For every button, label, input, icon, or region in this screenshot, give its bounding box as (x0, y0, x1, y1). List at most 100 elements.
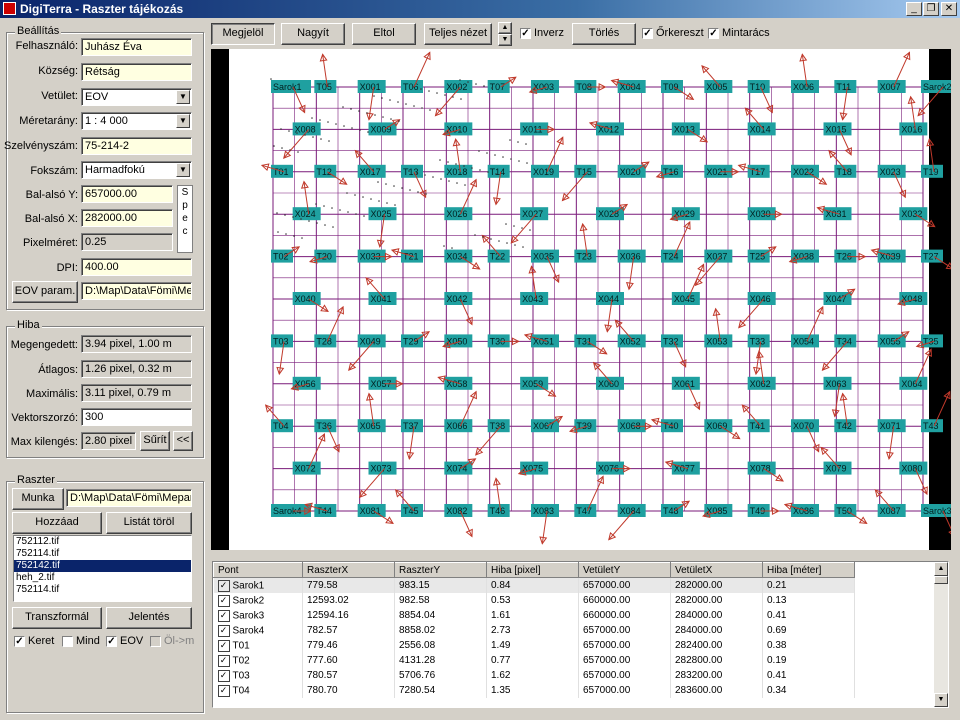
control-point-marker[interactable]: T49 (747, 504, 780, 517)
control-point-marker[interactable]: X015 (823, 122, 852, 156)
minimize-button[interactable]: _ (906, 2, 922, 16)
control-point-marker[interactable]: X051 (523, 332, 559, 348)
column-header[interactable]: VetületY (578, 562, 671, 578)
control-point-marker[interactable]: T11 (834, 80, 857, 121)
control-point-marker[interactable]: T14 (487, 164, 510, 206)
eov-checkbox[interactable]: ✓ EOV (106, 635, 143, 649)
control-point-marker[interactable]: T26 (834, 249, 867, 263)
control-point-marker[interactable]: X005 (701, 65, 733, 93)
control-point-marker[interactable]: X029 (669, 207, 700, 222)
control-point-marker[interactable]: T13 (401, 164, 427, 199)
control-point-marker[interactable]: X086 (783, 502, 819, 517)
control-point-marker[interactable]: T01 (260, 163, 293, 178)
scroll-up-icon[interactable]: ▲ (934, 562, 948, 576)
thicken-button[interactable]: Sűrít (140, 431, 170, 451)
table-row[interactable]: ✓ T04 780.70 7280.54 1.35 657000.00 283600.00 0… (213, 683, 855, 698)
control-point-marker[interactable]: T41 (741, 404, 770, 433)
control-point-marker[interactable]: X027 (510, 207, 549, 244)
frame-checkbox[interactable]: ✓ Keret (14, 635, 54, 649)
control-point-marker[interactable]: X043 (520, 265, 549, 305)
control-point-marker[interactable]: X028 (596, 203, 629, 221)
control-point-marker[interactable]: X038 (788, 249, 819, 264)
checkmark-icon[interactable]: ✓ (217, 609, 230, 622)
control-point-marker[interactable]: X059 (520, 376, 557, 397)
control-point-marker[interactable]: X066 (444, 390, 477, 433)
control-point-marker[interactable]: T08 (574, 80, 607, 93)
column-header[interactable]: RaszterY (394, 562, 487, 578)
table-row[interactable]: ✓ Sarok4 782.57 8858.02 2.73 657000.00 284000.… (213, 623, 855, 638)
control-point-marker[interactable]: X063 (823, 376, 852, 418)
control-point-marker[interactable]: X050 (442, 334, 473, 349)
control-point-marker[interactable]: X007 (877, 51, 911, 93)
control-point-marker[interactable]: T15 (561, 164, 597, 202)
dpi-field[interactable]: 400.00 (81, 258, 192, 276)
raster-map-canvas[interactable]: Sarok4 T44 X081 T45 X082 T46 X083 T47 X084 T48 X08… (211, 49, 951, 550)
close-button[interactable]: ✕ (941, 2, 957, 16)
control-point-marker[interactable]: X026 (444, 178, 477, 221)
control-point-marker[interactable]: T30 (487, 334, 520, 348)
control-point-marker[interactable]: X004 (610, 78, 646, 93)
control-point-marker[interactable]: X048 (897, 292, 928, 307)
scale-select[interactable]: 1 : 4 000 ▼ (81, 112, 192, 130)
control-point-marker[interactable]: T45 (394, 489, 423, 517)
control-point-marker[interactable]: X068 (617, 419, 653, 433)
work-button[interactable]: Munka (12, 488, 64, 510)
sample-grid-checkbox[interactable]: ✓ Mintarács (708, 27, 770, 41)
control-point-marker[interactable]: T17 (737, 163, 770, 178)
fathom-to-meter-checkbox[interactable]: Öl->m (150, 635, 194, 649)
control-point-marker[interactable]: X075 (517, 461, 549, 476)
control-point-marker[interactable]: X022 (791, 164, 828, 185)
checkmark-icon[interactable]: ✓ (217, 639, 230, 652)
vector-field[interactable]: 300 (81, 408, 192, 426)
report-button[interactable]: Jelentés (106, 607, 192, 629)
scroll-down-icon[interactable]: ▼ (934, 693, 948, 707)
table-scrollbar[interactable]: ▲ ▼ (934, 562, 948, 707)
checkmark-icon[interactable]: ✓ (217, 579, 230, 592)
all-checkbox[interactable]: Mind (62, 635, 100, 649)
table-row[interactable]: ✓ T02 777.60 4131.28 0.77 657000.00 282800.00 0… (213, 653, 855, 668)
control-point-marker[interactable]: T10 (747, 80, 774, 114)
checkmark-icon[interactable]: ✓ (217, 624, 230, 637)
raster-file-item[interactable]: heh_2.tif (14, 572, 191, 584)
spin-up-button[interactable]: ▲ (498, 22, 512, 34)
control-point-marker[interactable]: X020 (617, 161, 650, 178)
control-point-marker[interactable]: X034 (444, 249, 481, 270)
sheet-field[interactable]: 75-214-2 (81, 137, 192, 155)
work-path-field[interactable]: D:\Map\Data\Fömi\Mepar (66, 489, 192, 507)
delete-button[interactable]: Törlés (572, 23, 636, 45)
degree-select[interactable]: Harmadfokú ▼ (81, 161, 192, 179)
control-point-marker[interactable]: T37 (401, 419, 423, 460)
control-point-marker[interactable]: X084 (608, 504, 646, 541)
control-point-marker[interactable]: X040 (292, 292, 329, 313)
eov-path-field[interactable]: D:\Map\Data\Fömi\Me (81, 282, 192, 300)
control-point-marker[interactable]: X030 (747, 207, 783, 221)
control-point-marker[interactable]: X083 (531, 504, 559, 545)
raster-file-item[interactable]: 752114.tif (14, 584, 191, 596)
control-point-marker[interactable]: X064 (899, 348, 932, 390)
control-point-marker[interactable]: X008 (283, 122, 321, 159)
control-point-marker[interactable]: T27 (921, 249, 951, 270)
crosshair-checkbox[interactable]: ✓ Őrkereszt (642, 27, 704, 41)
control-point-marker[interactable]: T31 (574, 334, 608, 355)
control-point-marker[interactable]: X039 (870, 248, 906, 263)
control-point-marker[interactable]: X049 (348, 334, 386, 371)
control-point-marker[interactable]: X013 (671, 122, 709, 143)
control-point-marker[interactable]: T32 (661, 334, 687, 368)
checkmark-icon[interactable]: ✓ (217, 594, 230, 607)
control-point-marker[interactable]: X056 (290, 376, 321, 391)
full-view-button[interactable]: Teljes nézet (424, 23, 492, 45)
control-point-marker[interactable]: X076 (596, 461, 632, 475)
village-field[interactable]: Rétság (81, 63, 192, 81)
control-point-marker[interactable]: X025 (368, 207, 397, 248)
user-field[interactable]: Juhász Éva (81, 38, 192, 56)
projection-select[interactable]: EOV ▼ (81, 88, 192, 106)
control-point-marker[interactable]: T40 (650, 417, 683, 433)
grid-overlay[interactable]: Sarok4 T44 X081 T45 X082 T46 X083 T47 X084 T48 X08… (211, 49, 951, 550)
raster-file-item[interactable]: 752112.tif (14, 536, 191, 548)
scroll-thumb[interactable] (934, 576, 948, 584)
control-point-marker[interactable]: X019 (531, 136, 564, 178)
column-header[interactable]: Hiba [méter] (762, 562, 855, 578)
control-point-marker[interactable]: X057 (368, 376, 404, 390)
control-point-marker[interactable]: Sarok3 (921, 504, 951, 536)
spin-down-button[interactable]: ▼ (498, 34, 512, 46)
